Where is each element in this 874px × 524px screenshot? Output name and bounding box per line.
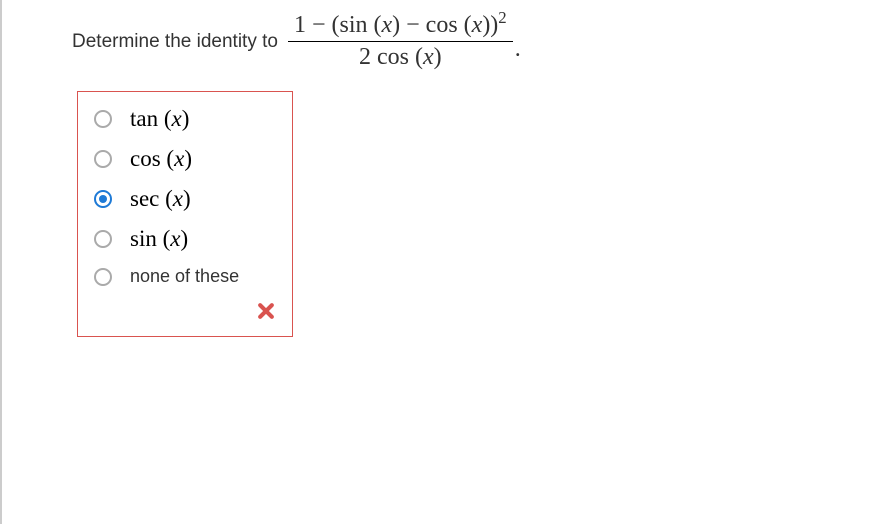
radio-unchecked-icon	[94, 110, 112, 128]
option-none[interactable]: none of these	[88, 266, 282, 287]
option-sin[interactable]: sin (x)	[88, 226, 282, 252]
option-cos[interactable]: cos (x)	[88, 146, 282, 172]
option-label: sin (x)	[130, 226, 188, 252]
question-period: .	[515, 36, 521, 63]
option-label: sec (x)	[130, 186, 191, 212]
radio-unchecked-icon	[94, 230, 112, 248]
radio-unchecked-icon	[94, 150, 112, 168]
question-prompt: Determine the identity to 1 − (sin (x) −…	[2, 12, 874, 71]
radio-unchecked-icon	[94, 268, 112, 286]
x-icon	[256, 301, 276, 321]
option-tan[interactable]: tan (x)	[88, 106, 282, 132]
radio-checked-icon	[94, 190, 112, 208]
option-label: cos (x)	[130, 146, 192, 172]
question-text: Determine the identity to	[72, 31, 278, 53]
option-label: none of these	[130, 266, 239, 287]
options-container: tan (x) cos (x) sec (x) sin (x) none of …	[77, 91, 293, 337]
feedback-incorrect	[88, 301, 282, 326]
option-label: tan (x)	[130, 106, 189, 132]
option-sec[interactable]: sec (x)	[88, 186, 282, 212]
question-expression: 1 − (sin (x) − cos (x))2 2 cos (x)	[288, 12, 513, 71]
